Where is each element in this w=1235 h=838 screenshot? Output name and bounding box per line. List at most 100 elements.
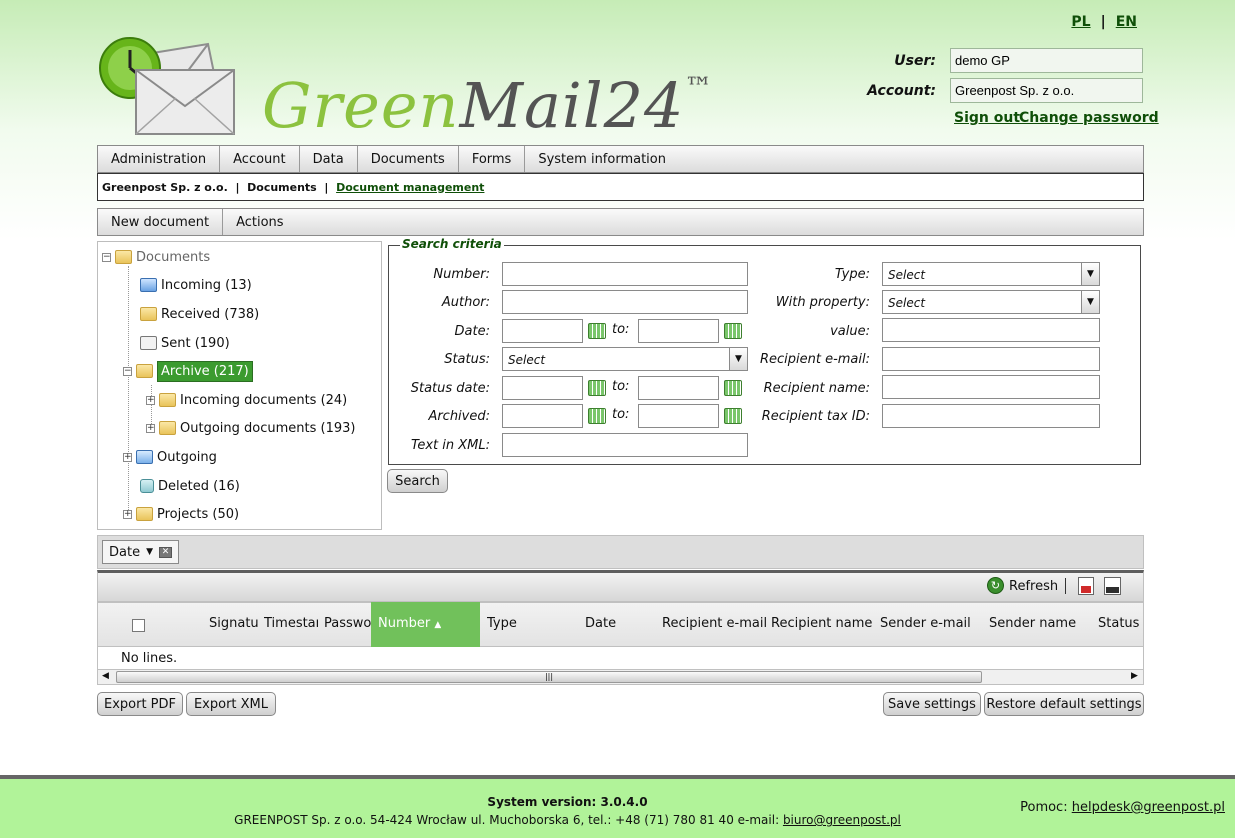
expand-icon[interactable]: + [123,509,132,519]
new-document-button[interactable]: New document [98,209,224,235]
col-header-type[interactable]: Type [487,616,517,631]
tree-node-incoming-documents[interactable]: + Incoming documents (24) [146,389,347,411]
col-header-date[interactable]: Date [585,616,616,631]
tree-node-archive[interactable]: − Archive (217) [123,360,253,382]
helpdesk-email-link[interactable]: helpdesk@greenpost.pl [1072,800,1225,815]
scroll-left-icon[interactable]: ◀ [102,671,109,681]
chevron-down-icon[interactable]: ▼ [146,547,153,557]
col-header-number-label: Number [378,616,431,631]
restore-default-settings-button[interactable]: Restore default settings [984,692,1144,716]
col-header-timestamp[interactable]: Timestam [264,616,318,631]
breadcrumb-document-management[interactable]: Document management [336,181,484,194]
lang-pl-link[interactable]: PL [1071,14,1090,30]
status-label: Status: [444,352,490,367]
tree-node-sent[interactable]: Sent (190) [140,332,230,354]
menu-item-data[interactable]: Data [300,146,358,172]
tree-label: Received (738) [161,306,260,322]
projects-folder-icon [136,507,153,521]
calendar-icon[interactable] [588,408,606,424]
col-header-sender-email[interactable]: Sender e-mail [880,616,971,631]
date-from-input[interactable] [502,319,583,343]
with-property-select-value: Select [888,296,926,310]
breadcrumb: Greenpost Sp. z o.o. | Documents | Docum… [97,173,1144,201]
breadcrumb-documents[interactable]: Documents [247,181,317,194]
chevron-down-icon[interactable]: ▼ [1081,291,1099,313]
tree-node-deleted[interactable]: Deleted (16) [140,475,240,497]
logo-trademark: ™ [684,71,714,104]
sign-out-link[interactable]: Sign out [954,110,1020,126]
menu-item-account[interactable]: Account [220,146,300,172]
archived-from-input[interactable] [502,404,583,428]
recipient-email-input[interactable] [882,347,1100,371]
collapse-icon[interactable]: − [102,252,111,262]
tree-node-outgoing-documents[interactable]: + Outgoing documents (193) [146,417,355,439]
chevron-down-icon[interactable]: ▼ [1081,263,1099,285]
text-in-xml-input[interactable] [502,433,748,457]
status-date-from-input[interactable] [502,376,583,400]
collapse-icon[interactable]: − [123,366,132,376]
tree-label: Projects (50) [157,506,240,522]
save-settings-button[interactable]: Save settings [883,692,981,716]
company-email-link[interactable]: biuro@greenpost.pl [783,813,901,827]
expand-icon[interactable]: + [123,452,132,462]
account-label: Account: [867,83,936,99]
tree-node-documents[interactable]: − Documents [102,246,210,268]
tree-label: Deleted (16) [158,478,240,494]
actions-menu[interactable]: Actions [223,209,297,235]
expand-icon[interactable]: + [146,423,155,433]
breadcrumb-company[interactable]: Greenpost Sp. z o.o. [102,181,228,194]
export-pdf-button[interactable]: Export PDF [97,692,183,716]
export-xml-button[interactable]: Export XML [186,692,276,716]
user-field[interactable] [950,48,1143,73]
menu-item-administration[interactable]: Administration [98,146,221,172]
scrollbar-thumb[interactable]: ||| [116,671,982,683]
refresh-button[interactable]: Refresh [1009,579,1058,594]
select-all-checkbox[interactable] [132,619,145,632]
tree-node-projects[interactable]: + Projects (50) [123,503,239,525]
pdf-export-icon[interactable] [1078,577,1094,595]
archived-to-input[interactable] [638,404,719,428]
scroll-right-icon[interactable]: ▶ [1131,671,1138,681]
menu-item-documents[interactable]: Documents [358,146,459,172]
author-label: Author: [441,295,490,310]
empty-message: No lines. [121,651,178,666]
type-select[interactable]: Select ▼ [882,262,1100,286]
col-header-recipient-name[interactable]: Recipient name [771,616,872,631]
recipient-name-input[interactable] [882,375,1100,399]
calendar-icon[interactable] [588,380,606,396]
search-button[interactable]: Search [387,469,448,493]
with-property-select[interactable]: Select ▼ [882,290,1100,314]
col-header-password[interactable]: Passwor [324,616,372,631]
group-chip-date[interactable]: Date ▼ ✕ [102,540,179,564]
tree-node-received[interactable]: Received (738) [140,303,259,325]
csv-export-icon[interactable] [1104,577,1121,595]
refresh-icon[interactable]: ↻ [987,577,1004,594]
expand-icon[interactable]: + [146,395,155,405]
lang-en-link[interactable]: EN [1116,14,1137,30]
change-password-link[interactable]: Change password [1019,110,1159,126]
calendar-icon[interactable] [724,323,742,339]
status-select[interactable]: Select ▼ [502,347,748,371]
tree-node-incoming[interactable]: Incoming (13) [140,274,252,296]
number-input[interactable] [502,262,748,286]
col-header-sender-name[interactable]: Sender name [989,616,1076,631]
menu-item-forms[interactable]: Forms [459,146,526,172]
company-address: GREENPOST Sp. z o.o. 54-424 Wrocław ul. … [0,813,1135,827]
group-chip-label: Date [109,544,141,560]
status-date-to-input[interactable] [638,376,719,400]
author-input[interactable] [502,290,748,314]
value-input[interactable] [882,318,1100,342]
col-header-number[interactable]: Number ▲ [378,616,441,631]
recipient-name-label: Recipient name: [763,381,870,396]
col-header-recipient-email[interactable]: Recipient e-mail [662,616,767,631]
account-field[interactable] [950,78,1143,103]
col-header-signature[interactable]: Signatur [209,616,259,631]
recipient-tax-id-input[interactable] [882,404,1100,428]
close-icon[interactable]: ✕ [159,546,172,558]
tree-line [128,266,129,514]
calendar-icon[interactable] [588,323,606,339]
col-header-status[interactable]: Status [1098,616,1139,631]
tree-node-outgoing[interactable]: + Outgoing [123,446,217,468]
date-to-input[interactable] [638,319,719,343]
menu-item-system-information[interactable]: System information [525,146,679,172]
